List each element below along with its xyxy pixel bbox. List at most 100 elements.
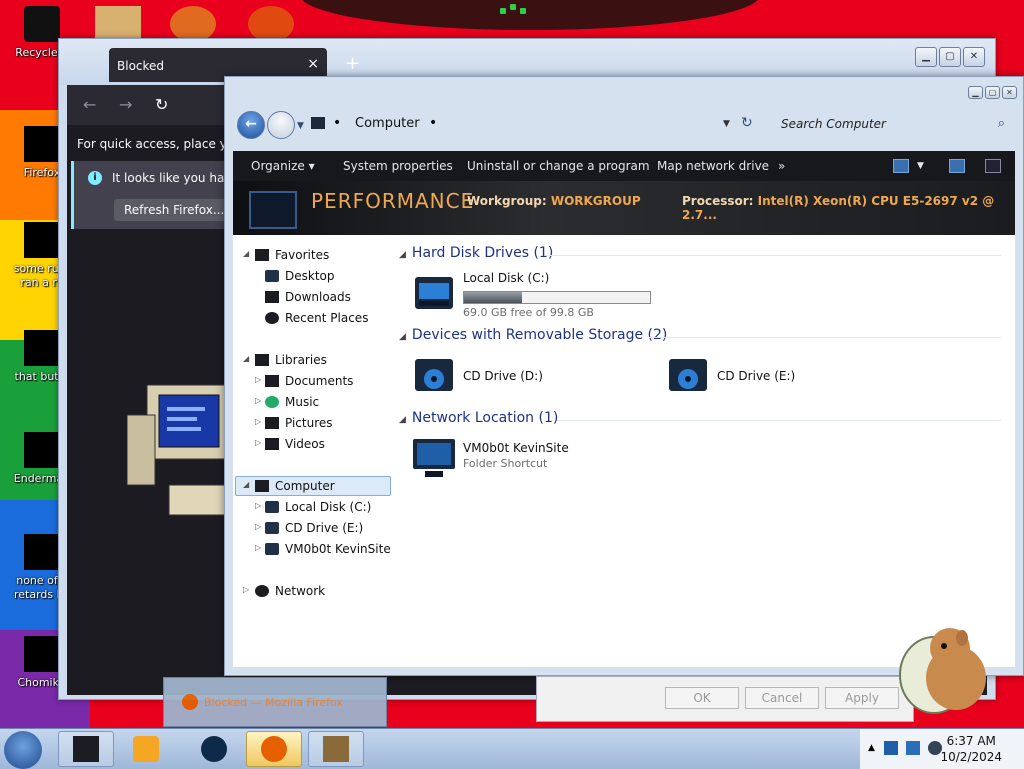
expand-arrow-icon[interactable]: ▷ (255, 417, 261, 426)
nav-music[interactable]: ▷ Music (255, 395, 319, 409)
group-header-hdd[interactable]: ◢ Hard Disk Drives (1) (399, 245, 553, 261)
command-bar: Organize ▾ System properties Uninstall o… (233, 151, 1015, 181)
show-hidden-icons-icon[interactable]: ▲ (868, 743, 875, 753)
collapse-arrow-icon[interactable]: ◢ (399, 415, 406, 425)
search-input[interactable]: Search Computer ⌕ (771, 113, 1011, 137)
expand-arrow-icon[interactable]: ▷ (255, 396, 261, 405)
file-icon (24, 432, 60, 468)
reload-icon[interactable]: ↻ (155, 95, 168, 114)
group-header-network[interactable]: ◢ Network Location (1) (399, 410, 558, 426)
nav-cd-drive[interactable]: ▷ CD Drive (E:) (255, 521, 363, 535)
cd-drive-icon (265, 522, 279, 534)
libraries-icon (255, 354, 269, 366)
close-button[interactable]: ✕ (1002, 86, 1017, 99)
forward-button[interactable] (267, 111, 295, 139)
drive-name: CD Drive (E:) (717, 369, 796, 383)
nav-downloads[interactable]: Downloads (265, 290, 351, 304)
more-commands-button[interactable]: » (778, 159, 785, 173)
system-properties-button[interactable]: System properties (343, 159, 453, 173)
maximize-button[interactable]: ▢ (985, 86, 1000, 99)
explorer-body: ◢ Favorites Desktop Downloads Recent Pla… (233, 235, 1015, 667)
organize-button[interactable]: Organize ▾ (251, 159, 315, 173)
expand-arrow-icon[interactable]: ◢ (243, 480, 249, 489)
nav-network[interactable]: ▷ Network (243, 584, 325, 598)
forward-arrow-icon[interactable]: → (119, 95, 132, 114)
back-arrow-icon[interactable]: ← (83, 95, 96, 114)
folder-icon[interactable] (95, 6, 141, 42)
expand-arrow-icon[interactable]: ▷ (255, 522, 261, 531)
explorer-window[interactable]: ▁ ▢ ✕ ← ▼ • Computer • ▼ ↻ Search Comput… (224, 76, 1024, 676)
explorer-titlebar[interactable]: ▁ ▢ ✕ (225, 77, 1023, 107)
nav-libraries[interactable]: ◢ Libraries (243, 353, 327, 367)
app-icon[interactable] (248, 6, 294, 42)
nav-local-disk[interactable]: ▷ Local Disk (C:) (255, 500, 372, 514)
group-header-removable[interactable]: ◢ Devices with Removable Storage (2) (399, 327, 667, 343)
uninstall-program-button[interactable]: Uninstall or change a program (467, 159, 650, 173)
apply-button[interactable]: Apply (825, 687, 899, 709)
map-network-drive-button[interactable]: Map network drive (657, 159, 769, 173)
maximize-button[interactable]: ▢ (939, 47, 961, 67)
nav-favorites[interactable]: ◢ Favorites (243, 248, 329, 262)
recent-pages-dropdown-icon[interactable]: ▼ (297, 121, 304, 131)
view-dropdown-icon[interactable]: ▼ (917, 161, 924, 171)
nav-label: Local Disk (C:) (285, 500, 372, 514)
taskbar-explorer-button[interactable] (58, 731, 114, 767)
nav-label: Pictures (285, 416, 333, 430)
taskbar-thumbnail-preview[interactable]: Blocked — Mozilla Firefox (163, 677, 387, 727)
back-button[interactable]: ← (237, 111, 265, 139)
collapse-arrow-icon[interactable]: ◢ (399, 332, 406, 342)
expand-arrow-icon[interactable]: ◢ (243, 249, 249, 258)
computer-icon (311, 117, 325, 129)
address-dropdown-icon[interactable]: ▼ (723, 119, 730, 129)
network-tray-icon[interactable] (906, 741, 920, 755)
details-banner: PERFORMANCE Workgroup: WORKGROUP Process… (233, 181, 1015, 235)
recycle-bin-icon (24, 6, 60, 42)
desktop-icon-label: Firefox (23, 166, 61, 179)
clock[interactable]: 6:37 AM 10/2/2024 (940, 733, 1002, 765)
minimize-button[interactable]: ▁ (968, 86, 983, 99)
nav-pictures[interactable]: ▷ Pictures (255, 416, 333, 430)
breadcrumb-computer[interactable]: Computer (355, 116, 420, 131)
nav-documents[interactable]: ▷ Documents (255, 374, 353, 388)
nav-videos[interactable]: ▷ Videos (255, 437, 325, 451)
address-bar[interactable]: • Computer • (311, 113, 741, 135)
taskbar-box-button[interactable] (308, 731, 364, 767)
expand-arrow-icon[interactable]: ▷ (255, 501, 261, 510)
nav-desktop[interactable]: Desktop (265, 269, 335, 283)
nav-kevinsite[interactable]: ▷ VM0b0t KevinSite (255, 542, 391, 556)
help-icon[interactable] (985, 159, 1001, 173)
taskbar-firefox-button[interactable] (246, 731, 302, 767)
properties-dialog[interactable]: OK Cancel Apply (536, 676, 914, 722)
tray-app-icon[interactable] (884, 741, 898, 755)
collapse-arrow-icon[interactable]: ◢ (399, 250, 406, 260)
expand-arrow-icon[interactable]: ◢ (243, 354, 249, 363)
downloads-icon (265, 291, 279, 303)
close-button[interactable]: ✕ (963, 47, 985, 67)
nav-computer[interactable]: ◢ Computer (243, 479, 335, 493)
processor-label: Processor: (682, 194, 754, 208)
view-options-icon[interactable] (893, 159, 909, 173)
refresh-firefox-button[interactable]: Refresh Firefox... (114, 199, 235, 221)
preview-pane-icon[interactable] (949, 159, 965, 173)
minimize-button[interactable]: ▁ (915, 47, 937, 67)
expand-arrow-icon[interactable]: ▷ (255, 438, 261, 447)
new-tab-icon[interactable]: + (345, 53, 360, 74)
favorites-icon (255, 249, 269, 261)
start-button[interactable] (4, 731, 42, 769)
tab-close-icon[interactable]: × (307, 56, 319, 72)
firefox-icon[interactable] (170, 6, 216, 42)
breadcrumb-separator[interactable]: • (429, 115, 437, 131)
nav-recent-places[interactable]: Recent Places (265, 311, 368, 325)
taskbar-media-player-button[interactable] (118, 731, 174, 767)
drive-name: VM0b0t KevinSite (463, 441, 569, 455)
breadcrumb-separator[interactable]: • (333, 115, 341, 131)
cancel-button[interactable]: Cancel (745, 687, 819, 709)
refresh-icon[interactable]: ↻ (741, 115, 753, 131)
taskbar-app-button[interactable] (186, 731, 242, 767)
ok-button[interactable]: OK (665, 687, 739, 709)
system-tray: ▲ 6:37 AM 10/2/2024 (860, 729, 1024, 769)
expand-arrow-icon[interactable]: ▷ (255, 375, 261, 384)
expand-arrow-icon[interactable]: ▷ (255, 543, 261, 552)
expand-arrow-icon[interactable]: ▷ (243, 585, 249, 594)
search-icon[interactable]: ⌕ (998, 116, 1005, 131)
